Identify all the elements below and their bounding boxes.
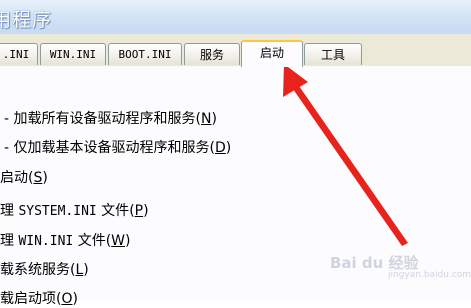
window-title: 用程序	[0, 9, 53, 31]
option-load-startup-items[interactable]: 载启动项(O)	[0, 288, 78, 308]
tab-win-ini[interactable]: WIN.INI	[40, 43, 106, 65]
tab-services[interactable]: 服务	[184, 43, 240, 65]
tab-label: 工具	[320, 48, 345, 62]
tab-system-ini[interactable]: .INI	[0, 43, 38, 65]
title-bar: 用程序	[0, 0, 471, 35]
option-normal-startup[interactable]: - 加载所有设备驱动程序和服务(N)	[4, 108, 217, 128]
tab-label: WIN.INI	[49, 48, 97, 61]
baidu-watermark-logo: Bai du 经验 jingyan.baidu.com	[330, 254, 471, 280]
tab-startup[interactable]: 启动	[241, 40, 303, 67]
tab-label: 服务	[199, 48, 224, 62]
tab-label: 启动	[259, 46, 284, 60]
tab-label: BOOT.INI	[118, 48, 172, 61]
option-process-win-ini[interactable]: 理 WIN.INI 文件(W)	[0, 230, 130, 250]
option-selective-startup[interactable]: 启动(S)	[0, 167, 48, 187]
tab-boot-ini[interactable]: BOOT.INI	[108, 43, 182, 65]
option-load-system-services[interactable]: 载系统服务(L)	[0, 259, 89, 279]
tab-strip: .INI WIN.INI BOOT.INI 服务 启动 工具	[0, 40, 471, 67]
tab-label: .INI	[2, 48, 30, 61]
option-diagnostic-startup[interactable]: - 仅加载基本设备驱动程序和服务(D)	[4, 137, 231, 157]
tab-tools[interactable]: 工具	[304, 43, 362, 65]
option-process-system-ini[interactable]: 理 SYSTEM.INI 文件(P)	[0, 200, 149, 220]
